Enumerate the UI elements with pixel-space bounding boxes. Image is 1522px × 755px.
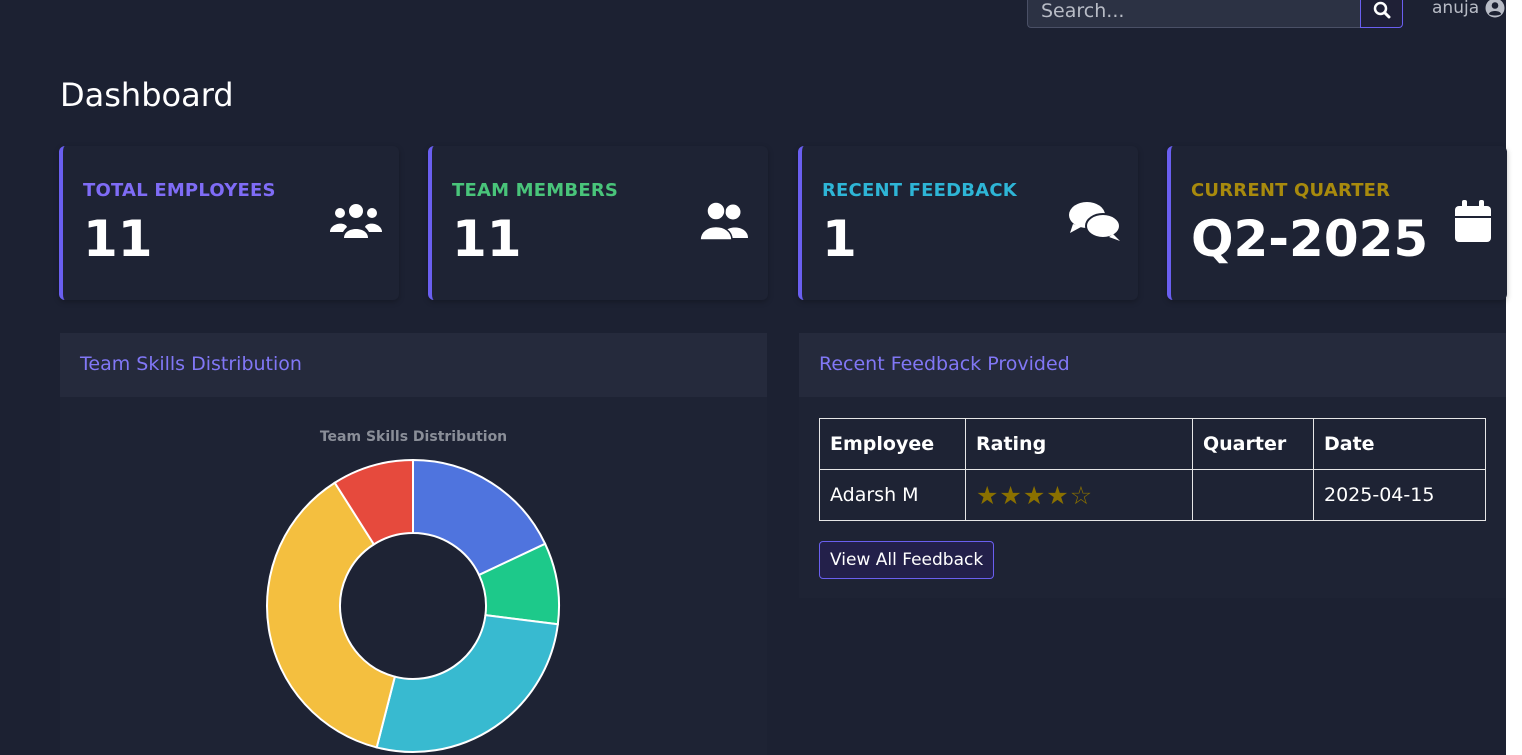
star-rating: ★★★★☆: [976, 481, 1093, 510]
user-friends-icon: [699, 201, 748, 241]
employee-cell: Adarsh M: [819, 469, 966, 521]
donut-slice[interactable]: [375, 614, 559, 753]
star-empty-icon: ☆: [1069, 480, 1093, 510]
skills-panel: Team Skills Distribution Team Skills Dis…: [60, 333, 767, 755]
calendar-icon: [1455, 200, 1491, 242]
card-value: Q2-2025: [1191, 210, 1429, 268]
table-row: Adarsh M ★★★★☆ 2025-04-15: [819, 469, 1486, 521]
search-input[interactable]: [1027, 0, 1360, 28]
users-icon: [330, 204, 382, 238]
star-filled-icon: ★: [999, 480, 1022, 510]
card-label: RECENT FEEDBACK: [822, 180, 1017, 201]
search-button[interactable]: [1360, 0, 1403, 28]
feedback-table: Employee Rating Quarter Date Adarsh M ★★…: [819, 418, 1486, 521]
column-header: Date: [1313, 418, 1486, 470]
column-header: Quarter: [1192, 418, 1314, 470]
comments-icon: [1069, 202, 1121, 241]
card-recent-feedback: RECENT FEEDBACK 1: [798, 146, 1138, 300]
card-label: TEAM MEMBERS: [452, 180, 619, 201]
panel-title: Team Skills Distribution: [80, 353, 302, 375]
date-cell: 2025-04-15: [1313, 469, 1486, 521]
card-label: CURRENT QUARTER: [1191, 180, 1391, 201]
search-icon: [1373, 1, 1390, 19]
feedback-panel: Recent Feedback Provided Employee Rating…: [799, 333, 1506, 598]
quarter-cell: [1192, 469, 1314, 521]
scrollbar-track[interactable]: [1506, 0, 1522, 755]
column-header: Rating: [965, 418, 1193, 470]
top-bar: anuja: [0, 0, 1522, 40]
card-label: TOTAL EMPLOYEES: [83, 180, 276, 201]
search-bar: [1027, 0, 1403, 28]
card-value: 1: [822, 210, 857, 268]
star-filled-icon: ★: [1022, 480, 1046, 510]
table-header-row: Employee Rating Quarter Date: [819, 418, 1486, 470]
skills-donut-chart: [266, 458, 560, 753]
card-current-quarter: CURRENT QUARTER Q2-2025: [1167, 146, 1507, 300]
card-total-employees: TOTAL EMPLOYEES 11: [59, 146, 399, 300]
page-title: Dashboard: [60, 76, 234, 114]
panel-header: Team Skills Distribution: [60, 333, 767, 397]
column-header: Employee: [819, 418, 966, 470]
star-filled-icon: ★: [976, 480, 999, 510]
card-value: 11: [452, 210, 522, 268]
view-all-feedback-button[interactable]: View All Feedback: [819, 541, 995, 579]
user-name: anuja: [1432, 0, 1480, 18]
star-filled-icon: ★: [1046, 480, 1069, 510]
card-value: 11: [83, 210, 153, 268]
card-team-members: TEAM MEMBERS 11: [428, 146, 768, 300]
panel-header: Recent Feedback Provided: [799, 333, 1506, 397]
panel-title: Recent Feedback Provided: [819, 353, 1070, 375]
user-circle-icon: [1485, 0, 1505, 18]
rating-cell: ★★★★☆: [965, 469, 1193, 521]
